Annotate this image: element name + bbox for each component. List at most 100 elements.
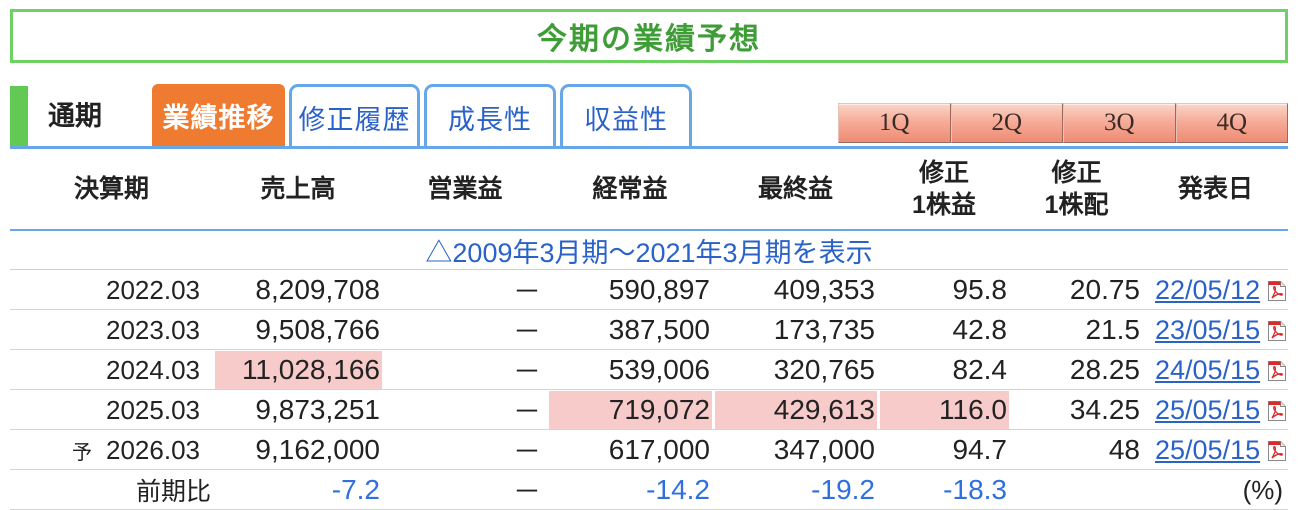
eps-value: 94.7 xyxy=(952,434,1008,465)
header-eps-line2: 1株益 xyxy=(912,191,976,219)
header-ordinary-profit: 経常益 xyxy=(547,149,713,229)
table-row: 予 2026.03 9,162,000 － 617,000 347,000 94.… xyxy=(10,430,1288,470)
quarter-buttons: 1Q 2Q 3Q 4Q xyxy=(838,103,1288,143)
tab-performance-trend[interactable]: 業績推移 xyxy=(152,84,285,147)
operating-profit-value: － xyxy=(512,436,541,467)
announce-date-link[interactable]: 25/05/15 xyxy=(1155,435,1260,466)
yoy-dividend xyxy=(1010,470,1143,510)
fiscal-period: 2024.03 xyxy=(106,354,200,385)
tab-growth[interactable]: 成長性 xyxy=(424,84,556,147)
header-eps-line1: 修正 xyxy=(918,159,969,187)
announce-date-cell: 25/05/15 xyxy=(1143,390,1288,430)
pdf-icon[interactable] xyxy=(1267,357,1287,379)
forecast-mark: 予 xyxy=(72,441,93,464)
ordinary-profit-value: 590,897 xyxy=(608,274,710,305)
fiscal-period: 2022.03 xyxy=(106,274,200,305)
dividend-value: 48 xyxy=(1108,434,1140,465)
header-announce-date: 発表日 xyxy=(1143,149,1288,229)
period-cell: 2022.03 xyxy=(10,270,213,310)
yoy-ordinary-profit: -14.2 xyxy=(646,474,710,505)
header-dividend: 修正 1株配 xyxy=(1010,149,1143,229)
tab-revision-history[interactable]: 修正履歴 xyxy=(289,84,420,147)
quarter-button-2q[interactable]: 2Q xyxy=(950,103,1063,143)
table-row: 2024.03 11,028,166 － 539,006 320,765 82.… xyxy=(10,350,1288,390)
yoy-eps: -18.3 xyxy=(943,474,1007,505)
table-row: 2022.03 8,209,708 － 590,897 409,353 95.8… xyxy=(10,270,1288,310)
tab-divider xyxy=(10,146,1288,149)
period-cell: 予 2026.03 xyxy=(10,430,213,470)
header-dividend-line2: 1株配 xyxy=(1044,191,1109,219)
expand-history-row: △2009年3月期～2021年3月期を表示 xyxy=(10,231,1288,270)
table-row: 2025.03 9,873,251 － 719,072 429,613 116.… xyxy=(10,390,1288,430)
yoy-net-profit: -19.2 xyxy=(811,474,875,505)
header-operating-profit-label: 営業益 xyxy=(427,175,503,203)
period-marker-bar xyxy=(10,86,28,146)
announce-date-link[interactable]: 25/05/15 xyxy=(1155,395,1260,426)
table-body: 2022.03 8,209,708 － 590,897 409,353 95.8… xyxy=(10,270,1288,510)
yoy-sales: -7.2 xyxy=(331,474,380,505)
pdf-icon[interactable] xyxy=(1267,437,1287,459)
header-period: 決算期 xyxy=(10,149,213,229)
net-profit-value: 429,613 xyxy=(715,391,877,429)
eps-value: 116.0 xyxy=(880,391,1009,429)
period-cell: 2025.03 xyxy=(10,390,213,430)
announce-date-link[interactable]: 22/05/12 xyxy=(1155,275,1260,306)
table-header: 決算期 売上高 営業益 経常益 最終益 修正 1株益 修正 1株配 発表日 xyxy=(10,149,1288,231)
header-sales: 売上高 xyxy=(213,149,383,229)
sales-value: 9,162,000 xyxy=(255,434,380,465)
net-profit-value: 320,765 xyxy=(773,354,875,385)
net-profit-value: 173,735 xyxy=(773,314,875,345)
fiscal-period: 2026.03 xyxy=(106,434,200,465)
announce-date-cell: 23/05/15 xyxy=(1143,310,1288,350)
pdf-icon[interactable] xyxy=(1267,317,1287,339)
operating-profit-value: － xyxy=(512,356,541,387)
quarter-button-3q[interactable]: 3Q xyxy=(1063,103,1176,143)
fiscal-period: 2025.03 xyxy=(106,394,200,425)
ordinary-profit-value: 387,500 xyxy=(608,314,710,345)
header-announce-date-label: 発表日 xyxy=(1177,175,1253,203)
pdf-icon[interactable] xyxy=(1267,277,1287,299)
period-cell: 2024.03 xyxy=(10,350,213,390)
announce-date-link[interactable]: 24/05/15 xyxy=(1155,355,1260,386)
yoy-unit: (%) xyxy=(1242,474,1283,505)
sales-value: 9,873,251 xyxy=(255,394,380,425)
quarter-button-4q[interactable]: 4Q xyxy=(1175,103,1288,143)
quarter-button-1q[interactable]: 1Q xyxy=(838,103,951,143)
fiscal-period: 2023.03 xyxy=(106,314,200,345)
eps-value: 95.8 xyxy=(952,274,1008,305)
announce-date-link[interactable]: 23/05/15 xyxy=(1155,315,1260,346)
tab-profitability[interactable]: 収益性 xyxy=(560,84,692,147)
sales-value: 8,209,708 xyxy=(255,274,380,305)
header-ordinary-profit-label: 経常益 xyxy=(592,175,668,203)
header-net-profit: 最終益 xyxy=(713,149,878,229)
dividend-value: 28.25 xyxy=(1069,354,1140,385)
ordinary-profit-value: 719,072 xyxy=(549,391,712,429)
header-period-label: 決算期 xyxy=(73,175,149,203)
period-label: 通期 xyxy=(48,101,102,131)
expand-history-link[interactable]: △2009年3月期～2021年3月期を表示 xyxy=(425,231,872,270)
header-dividend-line1: 修正 xyxy=(1051,159,1102,187)
ordinary-profit-value: 539,006 xyxy=(608,354,710,385)
announce-date-cell: 22/05/12 xyxy=(1143,270,1288,310)
pdf-icon[interactable] xyxy=(1267,397,1287,419)
forecast-title-box: 今期の業績予想 xyxy=(10,9,1288,63)
header-net-profit-label: 最終益 xyxy=(757,175,833,203)
header-operating-profit: 営業益 xyxy=(383,149,547,229)
period-cell: 2023.03 xyxy=(10,310,213,350)
eps-value: 42.8 xyxy=(952,314,1008,345)
operating-profit-value: － xyxy=(512,276,541,307)
announce-date-cell: 25/05/15 xyxy=(1143,430,1288,470)
eps-value: 82.4 xyxy=(952,354,1008,385)
announce-date-cell: 24/05/15 xyxy=(1143,350,1288,390)
net-profit-value: 409,353 xyxy=(773,274,875,305)
yoy-row: 前期比 -7.2 － -14.2 -19.2 -18.3 (%) xyxy=(10,470,1288,510)
sales-value: 11,028,166 xyxy=(215,351,382,389)
header-sales-label: 売上高 xyxy=(260,175,336,203)
operating-profit-value: － xyxy=(512,396,541,427)
ordinary-profit-value: 617,000 xyxy=(608,434,710,465)
dividend-value: 21.5 xyxy=(1085,314,1141,345)
dividend-value: 34.25 xyxy=(1069,394,1140,425)
sales-value: 9,508,766 xyxy=(255,314,380,345)
table-row: 2023.03 9,508,766 － 387,500 173,735 42.8… xyxy=(10,310,1288,350)
net-profit-value: 347,000 xyxy=(773,434,875,465)
